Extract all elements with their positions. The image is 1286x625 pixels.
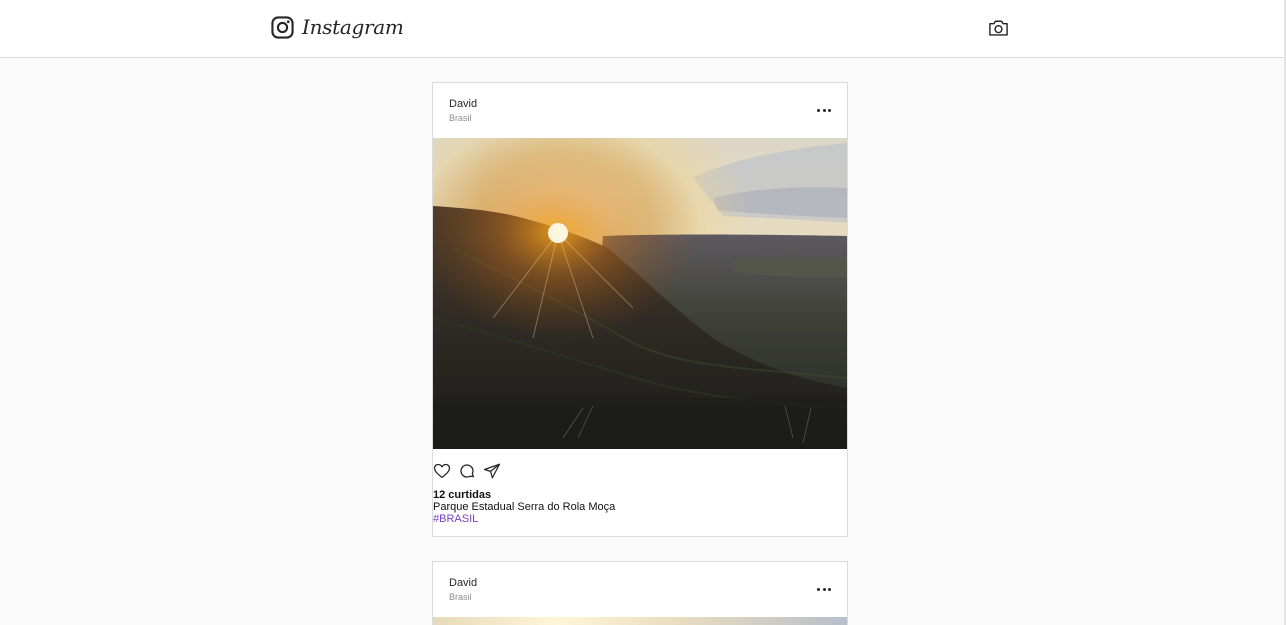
camera-button[interactable] <box>988 18 1009 38</box>
share-button[interactable] <box>483 462 501 480</box>
post-location[interactable]: Brasil <box>449 113 472 124</box>
post-photo[interactable] <box>433 617 847 625</box>
feed-post: David Brasil <box>432 82 848 537</box>
camera-icon <box>989 20 1008 36</box>
post-location[interactable]: Brasil <box>449 592 472 603</box>
top-navbar: Instagram <box>0 0 1284 58</box>
more-dot-icon <box>817 587 820 591</box>
comment-button[interactable] <box>458 462 476 480</box>
more-dot-icon <box>817 108 820 112</box>
more-options-button[interactable] <box>817 106 831 114</box>
post-username[interactable]: David <box>449 577 477 590</box>
more-options-button[interactable] <box>817 585 831 593</box>
brand-wordmark: Instagram <box>302 15 404 39</box>
post-username[interactable]: David <box>449 98 477 111</box>
instagram-glyph-icon <box>271 15 294 39</box>
like-button[interactable] <box>433 462 451 480</box>
post-photo[interactable] <box>433 138 847 449</box>
more-dot-icon <box>822 108 826 112</box>
more-dot-icon <box>828 108 831 112</box>
post-header: David Brasil <box>433 562 847 617</box>
heart-icon <box>433 463 451 479</box>
paper-plane-icon <box>483 463 501 479</box>
more-dot-icon <box>822 587 826 591</box>
brand-logo[interactable]: Instagram <box>271 14 404 40</box>
feed-post: David Brasil <box>432 561 848 625</box>
comment-icon <box>460 464 475 478</box>
post-actions <box>433 462 508 480</box>
post-hashtag-link[interactable]: #BRASIL <box>433 513 478 526</box>
sunset-photo <box>433 617 847 625</box>
more-dot-icon <box>828 587 831 591</box>
post-header: David Brasil <box>433 83 847 138</box>
sunset-photo <box>433 138 847 449</box>
